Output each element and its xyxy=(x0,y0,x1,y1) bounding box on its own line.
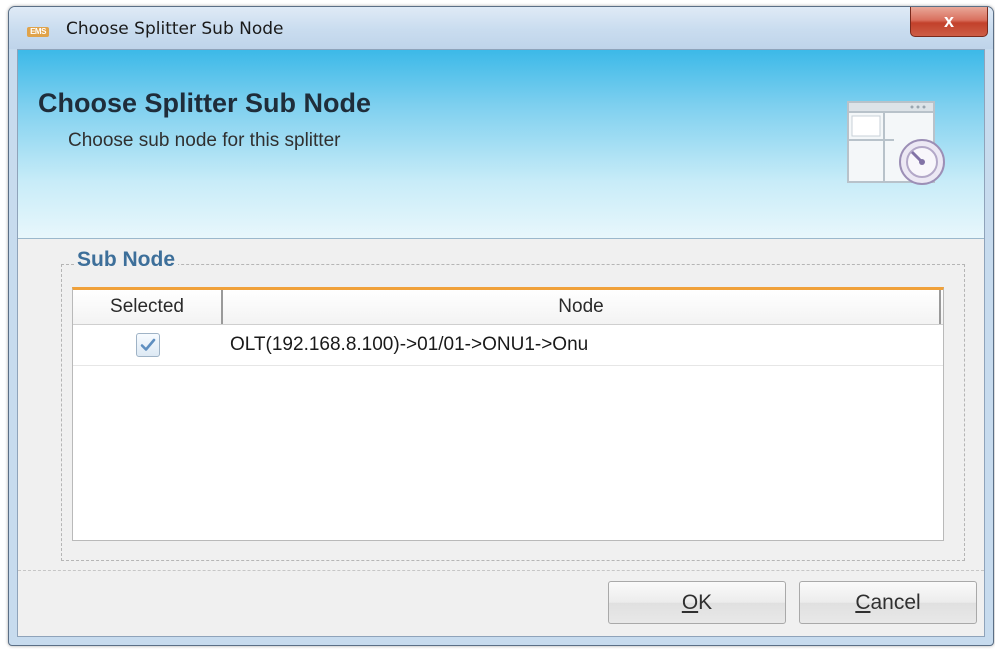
banner-title: Choose Splitter Sub Node xyxy=(38,88,372,118)
title-bar[interactable]: EMS Choose Splitter Sub Node x xyxy=(9,7,993,49)
close-button[interactable]: x xyxy=(910,7,988,37)
cancel-button[interactable]: Cancel xyxy=(799,581,977,624)
node-cell: OLT(192.168.8.100)->01/01->ONU1->Onu xyxy=(230,334,589,355)
table-header: Selected Node xyxy=(73,290,943,325)
ok-button[interactable]: OK xyxy=(608,581,786,624)
window-title: Choose Splitter Sub Node xyxy=(66,19,284,39)
dialog-window: EMS Choose Splitter Sub Node x Choose Sp… xyxy=(8,6,994,646)
cancel-label: ancel xyxy=(870,591,921,614)
group-title: Sub Node xyxy=(74,248,178,272)
ok-mnemonic: O xyxy=(681,591,699,614)
selected-checkbox[interactable] xyxy=(136,333,160,357)
app-icon: EMS xyxy=(27,27,49,37)
column-header-selected[interactable]: Selected xyxy=(73,290,223,324)
window-clock-icon xyxy=(847,101,945,185)
ok-label: K xyxy=(698,591,713,614)
checkmark-icon xyxy=(140,338,156,351)
sub-node-table[interactable]: Selected Node OLT(192.168.8.100)->01/01-… xyxy=(72,287,944,541)
banner-subtitle: Choose sub node for this splitter xyxy=(68,130,341,151)
table-row[interactable]: OLT(192.168.8.100)->01/01->ONU1->Onu xyxy=(73,325,943,366)
cancel-mnemonic: C xyxy=(855,591,871,614)
column-header-node[interactable]: Node xyxy=(223,290,941,324)
dialog-client-area: Choose Splitter Sub Node Choose sub node… xyxy=(17,49,985,637)
header-banner: Choose Splitter Sub Node Choose sub node… xyxy=(18,50,984,239)
footer-separator xyxy=(18,570,984,571)
